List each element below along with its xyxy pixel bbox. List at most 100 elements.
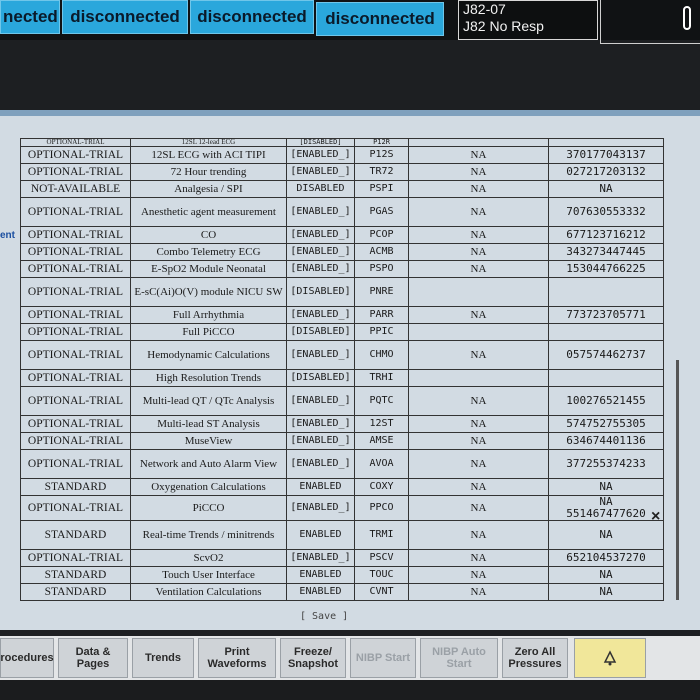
row-code: PPIC bbox=[354, 323, 409, 341]
table-row: OPTIONAL-TRIAL Network and Auto Alarm Vie… bbox=[20, 449, 664, 479]
row-feature: Real-time Trends / minitrends bbox=[130, 520, 287, 550]
row-feature: 12SL ECG with ACI TIPI bbox=[130, 146, 287, 164]
row-code: PSPO bbox=[354, 260, 409, 278]
row-code: PNRE bbox=[354, 277, 409, 307]
row-na: NA bbox=[408, 549, 549, 567]
row-feature: Touch User Interface bbox=[130, 566, 287, 584]
table-row: OPTIONAL-TRIAL Hemodynamic Calculations [E… bbox=[20, 340, 664, 370]
software-options-table: OPTIONAL-TRIAL 12SL 12-lead ECG [DISABLE… bbox=[20, 138, 664, 601]
trends-button[interactable]: Trends bbox=[132, 638, 194, 678]
row-license bbox=[548, 369, 664, 387]
row-feature: Multi-lead ST Analysis bbox=[130, 415, 287, 433]
row-license: 574752755305 bbox=[548, 415, 664, 433]
row-na: NA bbox=[408, 163, 549, 181]
freeze-snapshot-button[interactable]: Freeze/ Snapshot bbox=[280, 638, 346, 678]
table-row: OPTIONAL-TRIAL High Resolution Trends [DIS… bbox=[20, 369, 664, 387]
row-feature: Ventilation Calculations bbox=[130, 583, 287, 601]
table-row: OPTIONAL-TRIAL ScvO2 [ENABLED_] PSCV NA 65210… bbox=[20, 549, 664, 567]
row-na: NA bbox=[408, 243, 549, 261]
row-state: [ENABLED_] bbox=[286, 495, 355, 521]
row-status: OPTIONAL-TRIAL bbox=[20, 260, 131, 278]
row-na: NA bbox=[408, 180, 549, 198]
bed-status-box[interactable]: J82-07 J82 No Resp bbox=[458, 0, 598, 40]
screen-header-edge bbox=[0, 110, 700, 116]
row-code: 12ST bbox=[354, 415, 409, 433]
row-state: [DISABLED] bbox=[286, 138, 355, 147]
side-menu-fragment[interactable]: ent bbox=[0, 230, 15, 241]
row-state: [ENABLED_] bbox=[286, 386, 355, 416]
row-feature: E-SpO2 Module Neonatal bbox=[130, 260, 287, 278]
table-scrollbar[interactable] bbox=[676, 360, 679, 600]
row-na: NA bbox=[408, 340, 549, 370]
row-license: 377255374233 bbox=[548, 449, 664, 479]
row-status: OPTIONAL-TRIAL bbox=[20, 369, 131, 387]
row-status: OPTIONAL-TRIAL bbox=[20, 306, 131, 324]
row-feature: Multi-lead QT / QTc Analysis bbox=[130, 386, 287, 416]
nibp-auto-start-button[interactable]: NIBP Auto Start bbox=[420, 638, 498, 678]
table-row: STANDARD Touch User Interface ENABLED TOUC N… bbox=[20, 566, 664, 584]
zero-all-pressures-button[interactable]: Zero All Pressures bbox=[502, 638, 568, 678]
table-row: OPTIONAL-TRIAL PiCCO [ENABLED_] PPCO NA NA 551… bbox=[20, 495, 664, 521]
row-state: [ENABLED_] bbox=[286, 432, 355, 450]
connection-status-button-4[interactable]: disconnected bbox=[316, 2, 444, 36]
row-feature: Full Arrhythmia bbox=[130, 306, 287, 324]
close-icon[interactable]: × bbox=[651, 508, 660, 526]
row-code: TOUC bbox=[354, 566, 409, 584]
row-status: OPTIONAL-TRIAL bbox=[20, 163, 131, 181]
alarm-silence-button[interactable] bbox=[574, 638, 646, 678]
connection-status-button-3[interactable]: disconnected bbox=[190, 0, 314, 34]
row-state: ENABLED bbox=[286, 520, 355, 550]
row-code: CHMO bbox=[354, 340, 409, 370]
software-options-table-wrap: OPTIONAL-TRIAL 12SL 12-lead ECG [DISABLE… bbox=[20, 138, 670, 601]
row-feature: Full PiCCO bbox=[130, 323, 287, 341]
row-na: NA bbox=[408, 478, 549, 496]
table-row: OPTIONAL-TRIAL CO [ENABLED_] PCOP NA 67712371… bbox=[20, 226, 664, 244]
row-na: NA bbox=[408, 566, 549, 584]
row-na: NA bbox=[408, 432, 549, 450]
row-na: NA bbox=[408, 146, 549, 164]
row-na: NA bbox=[408, 495, 549, 521]
row-license: 773723705771 bbox=[548, 306, 664, 324]
row-code: P12R bbox=[354, 138, 409, 147]
data-pages-button[interactable]: Data & Pages bbox=[58, 638, 128, 678]
row-code: PCOP bbox=[354, 226, 409, 244]
bed-status-line-2: J82 No Resp bbox=[463, 18, 544, 34]
row-license: 027217203132 bbox=[548, 163, 664, 181]
row-code: PARR bbox=[354, 306, 409, 324]
table-row: OPTIONAL-TRIAL Full PiCCO [DISABLED] PPIC bbox=[20, 323, 664, 341]
row-license: NA 551467477620 bbox=[548, 495, 664, 521]
row-state: [ENABLED_] bbox=[286, 449, 355, 479]
row-na: NA bbox=[408, 583, 549, 601]
row-feature: CO bbox=[130, 226, 287, 244]
row-code: AVOA bbox=[354, 449, 409, 479]
procedures-button[interactable]: rocedures bbox=[0, 638, 54, 678]
row-feature: Oxygenation Calculations bbox=[130, 478, 287, 496]
row-status: OPTIONAL-TRIAL bbox=[20, 138, 131, 147]
table-row: OPTIONAL-TRIAL MuseView [ENABLED_] AMSE NA 63… bbox=[20, 432, 664, 450]
row-feature: Combo Telemetry ECG bbox=[130, 243, 287, 261]
row-status: NOT-AVAILABLE bbox=[20, 180, 131, 198]
row-state: [ENABLED_] bbox=[286, 260, 355, 278]
connection-status-button-2[interactable]: disconnected bbox=[62, 0, 188, 34]
row-na: NA bbox=[408, 306, 549, 324]
print-waveforms-button[interactable]: Print Waveforms bbox=[198, 638, 276, 678]
table-row: OPTIONAL-TRIAL E-SpO2 Module Neonatal [ENA… bbox=[20, 260, 664, 278]
row-code: PSCV bbox=[354, 549, 409, 567]
row-status: STANDARD bbox=[20, 566, 131, 584]
row-feature: MuseView bbox=[130, 432, 287, 450]
row-status: STANDARD bbox=[20, 478, 131, 496]
table-row: OPTIONAL-TRIAL Multi-lead QT / QTc Analys… bbox=[20, 386, 664, 416]
row-feature: ScvO2 bbox=[130, 549, 287, 567]
row-state: [ENABLED_] bbox=[286, 146, 355, 164]
row-state: [DISABLED] bbox=[286, 369, 355, 387]
row-status: OPTIONAL-TRIAL bbox=[20, 277, 131, 307]
row-license bbox=[548, 138, 664, 147]
nibp-start-button[interactable]: NIBP Start bbox=[350, 638, 416, 678]
connection-status-button-1[interactable]: nected bbox=[0, 0, 60, 34]
row-status: OPTIONAL-TRIAL bbox=[20, 243, 131, 261]
row-license-extra: 551467477620 bbox=[566, 507, 646, 520]
row-feature: Anesthetic agent measurement bbox=[130, 197, 287, 227]
save-button[interactable]: [ Save ] bbox=[300, 611, 348, 622]
row-feature: E-sC(Ai)O(V) module NICU SW bbox=[130, 277, 287, 307]
row-state: [ENABLED_] bbox=[286, 340, 355, 370]
